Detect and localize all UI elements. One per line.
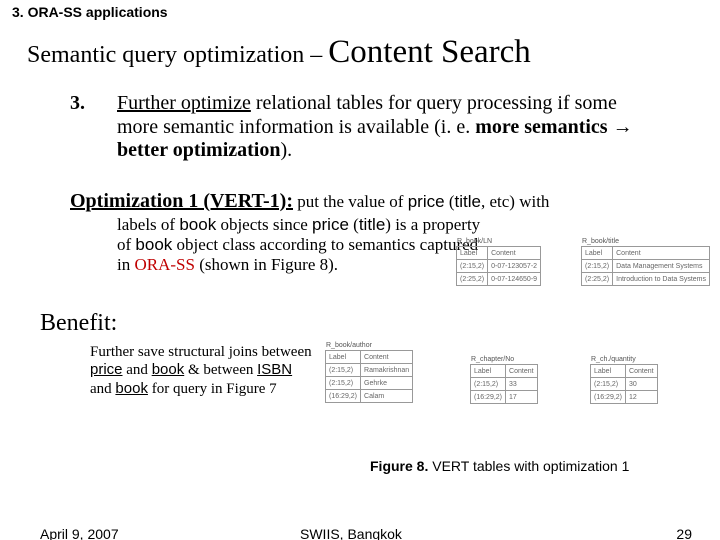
opt1-tail-b: ( bbox=[445, 192, 455, 211]
c: 12 bbox=[626, 391, 658, 404]
c: Ramakrishnan bbox=[361, 364, 413, 377]
tbl2: LabelContent (2:15,2)Data Management Sys… bbox=[581, 246, 710, 286]
tbl1: LabelContent (2:15,2)0-07-123057-2 (2:25… bbox=[456, 246, 541, 286]
c: (16:29,2) bbox=[326, 390, 361, 403]
bt-price: price bbox=[90, 361, 123, 378]
c: (2:15,2) bbox=[457, 260, 488, 273]
od-f: (shown in Figure 8). bbox=[195, 255, 338, 274]
tbl2-name: R_book/title bbox=[582, 238, 699, 245]
list-item-3: Further optimize relational tables for q… bbox=[117, 92, 660, 163]
c: Gehrke bbox=[361, 377, 413, 390]
opt1-tail-a: put the value of bbox=[293, 192, 408, 211]
opt1-tail-c: , etc) with bbox=[481, 192, 549, 211]
bt-a: Further save structural joins between bbox=[90, 344, 312, 360]
tbl5: LabelContent (2:15,2)30 (16:29,2)12 bbox=[590, 364, 658, 404]
tbl4-name: R_chapter/No bbox=[471, 356, 538, 363]
c: 33 bbox=[506, 378, 538, 391]
od-title: title bbox=[359, 215, 385, 234]
od-price: price bbox=[312, 215, 349, 234]
c: Introduction to Data Systems bbox=[613, 273, 710, 286]
figure-8-caption: Figure 8. VERT tables with optimization … bbox=[370, 458, 629, 474]
tbl1-h2: Content bbox=[488, 247, 541, 260]
tbl3-name: R_book/author bbox=[326, 342, 413, 349]
optimization-1-description: labels of book objects since price (titl… bbox=[117, 215, 490, 275]
benefit-text: Further save structural joins between pr… bbox=[90, 343, 315, 398]
list-number-3: 3. bbox=[70, 92, 85, 115]
point3-bold-c: more semantics bbox=[475, 116, 607, 138]
title-part1: Semantic query optimization – bbox=[27, 42, 328, 68]
bt-isbn: ISBN bbox=[257, 361, 292, 378]
bt-book2: book bbox=[115, 380, 148, 397]
c: (2:15,2) bbox=[582, 260, 613, 273]
bt-b: and bbox=[123, 362, 152, 378]
section-header: 3. ORA-SS applications bbox=[12, 4, 168, 20]
bt-d: and bbox=[90, 381, 115, 397]
c: 0-07-123057-2 bbox=[488, 260, 541, 273]
od-a: labels of bbox=[117, 215, 179, 234]
c: (16:29,2) bbox=[591, 391, 626, 404]
h: Content bbox=[361, 351, 413, 364]
h: Content bbox=[626, 365, 658, 378]
fig8-a: Figure 8. bbox=[370, 458, 428, 474]
footer-page-number: 29 bbox=[676, 526, 692, 540]
c: 30 bbox=[626, 378, 658, 391]
bt-c: & between bbox=[184, 362, 257, 378]
h: Label bbox=[591, 365, 626, 378]
od-book2: book bbox=[135, 235, 172, 254]
h: Label bbox=[326, 351, 361, 364]
slide-title: Semantic query optimization – Content Se… bbox=[27, 34, 710, 71]
opt1-label: Optimization 1 (VERT-1): bbox=[70, 190, 293, 212]
od-orass: ORA-SS bbox=[134, 255, 194, 274]
c: 17 bbox=[506, 391, 538, 404]
point3-text-e: ). bbox=[281, 139, 293, 161]
footer-venue: SWIIS, Bangkok bbox=[300, 526, 402, 540]
tbl2-h1: Label bbox=[582, 247, 613, 260]
optimization-1-heading: Optimization 1 (VERT-1): put the value o… bbox=[70, 190, 690, 213]
figure8-bottom-tables: R_book/author LabelContent (2:15,2)Ramak… bbox=[325, 342, 705, 452]
footer-date: April 9, 2007 bbox=[40, 526, 119, 540]
od-book1: book bbox=[179, 215, 216, 234]
tbl3: LabelContent (2:15,2)Ramakrishnan (2:15,… bbox=[325, 350, 413, 403]
c: (2:25,2) bbox=[457, 273, 488, 286]
fig8-b: VERT tables with optimization 1 bbox=[428, 458, 629, 474]
c: (16:29,2) bbox=[471, 391, 506, 404]
tbl1-h1: Label bbox=[457, 247, 488, 260]
tbl2-h2: Content bbox=[613, 247, 710, 260]
opt1-title: title bbox=[455, 192, 481, 211]
c: Data Management Systems bbox=[613, 260, 710, 273]
c: 0-07-124650-9 bbox=[488, 273, 541, 286]
figure8-top-tables: R_book/LN LabelContent (2:15,2)0-07-1230… bbox=[456, 238, 700, 348]
bt-e: for query in Figure 7 bbox=[148, 381, 277, 397]
c: (2:15,2) bbox=[591, 378, 626, 391]
tbl5-name: R_ch./quantity bbox=[591, 356, 658, 363]
od-b: objects since bbox=[216, 215, 312, 234]
point3-arrow: → bbox=[608, 116, 633, 138]
bt-book1: book bbox=[152, 361, 185, 378]
h: Label bbox=[471, 365, 506, 378]
title-part2: Content Search bbox=[328, 34, 531, 70]
opt1-price: price bbox=[408, 192, 445, 211]
c: Calam bbox=[361, 390, 413, 403]
tbl1-name: R_book/LN bbox=[457, 238, 571, 245]
c: (2:15,2) bbox=[471, 378, 506, 391]
c: (2:25,2) bbox=[582, 273, 613, 286]
point3-underline: Further optimize bbox=[117, 92, 251, 114]
tbl4: LabelContent (2:15,2)33 (16:29,2)17 bbox=[470, 364, 538, 404]
c: (2:15,2) bbox=[326, 364, 361, 377]
point3-bold-d: better optimization bbox=[117, 139, 281, 161]
h: Content bbox=[506, 365, 538, 378]
od-c: ( bbox=[349, 215, 359, 234]
benefit-heading: Benefit: bbox=[40, 310, 117, 337]
c: (2:15,2) bbox=[326, 377, 361, 390]
